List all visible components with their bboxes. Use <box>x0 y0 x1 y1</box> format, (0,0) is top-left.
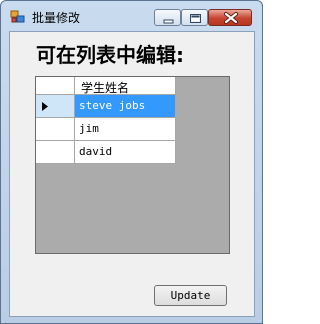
table-row[interactable]: jim <box>36 118 176 141</box>
student-name-cell[interactable]: david <box>75 141 176 164</box>
minimize-button[interactable] <box>154 9 181 26</box>
window-title: 批量修改 <box>32 11 81 25</box>
grid-corner-header[interactable] <box>36 77 75 95</box>
column-header-student-name[interactable]: 学生姓名 <box>75 77 176 95</box>
current-row-arrow-icon <box>42 102 48 111</box>
app-window: 批量修改 可在列表中编辑: 学生姓名 steve jobs jim david … <box>0 0 263 324</box>
student-name-cell[interactable]: jim <box>75 118 176 141</box>
maximize-button[interactable] <box>181 9 208 26</box>
maximize-icon <box>190 14 201 23</box>
row-header[interactable] <box>36 118 75 141</box>
table-row[interactable]: steve jobs <box>36 95 176 118</box>
row-header[interactable] <box>36 95 75 118</box>
row-header[interactable] <box>36 141 75 164</box>
student-name-cell[interactable]: steve jobs <box>75 95 176 118</box>
minimize-icon <box>163 19 174 24</box>
page-heading: 可在列表中编辑: <box>36 43 184 67</box>
update-button[interactable]: Update <box>154 285 227 306</box>
table-row[interactable]: david <box>36 141 176 164</box>
close-button[interactable] <box>208 9 252 26</box>
title-bar[interactable]: 批量修改 <box>1 1 262 31</box>
app-icon <box>10 10 25 23</box>
close-icon <box>224 12 238 24</box>
student-data-grid[interactable]: 学生姓名 steve jobs jim david <box>35 76 230 254</box>
column-header-label: 学生姓名 <box>81 81 130 95</box>
form-client-area: 可在列表中编辑: 学生姓名 steve jobs jim david Updat… <box>9 31 255 317</box>
